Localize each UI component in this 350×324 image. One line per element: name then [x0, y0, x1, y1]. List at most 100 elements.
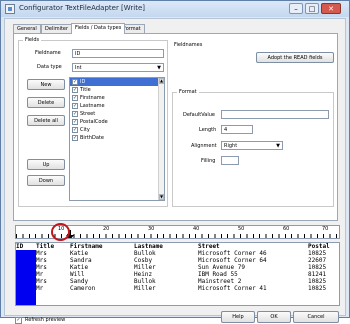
ok-button[interactable]: OK [257, 311, 291, 323]
preview-cell: Sun Avenue 79 [198, 264, 245, 271]
down-button[interactable]: Down [27, 175, 65, 186]
preview-column-lastname: Lastname Bullok Cosby Miller Heinz Bullo… [134, 243, 198, 305]
preview-cell: 22607 [308, 257, 327, 264]
window-title: Configurator TextFileAdapter [Write] [19, 4, 146, 12]
preview-header: ID [16, 243, 24, 250]
default-value-input[interactable] [221, 110, 329, 119]
preview-column-postal: Postal 10825 22607 10825 81241 10825 108… [308, 243, 336, 305]
preview-cell: 81241 [308, 271, 327, 278]
datatype-select[interactable]: Int ▼ [72, 63, 164, 72]
adopt-read-fields-button[interactable]: Adopt the READ fields [256, 52, 334, 63]
default-value-label: DefaultValue [183, 112, 215, 118]
checkbox[interactable]: ✓ [72, 119, 78, 125]
tab-fields-data-types[interactable]: Fields / Data types [71, 23, 126, 34]
preview-cell: Mrs [36, 257, 47, 264]
delete-button[interactable]: Delete [27, 97, 65, 108]
alignment-value: Right [224, 143, 238, 149]
filling-input[interactable] [221, 156, 239, 165]
list-scrollbar[interactable]: ▲ ▼ [158, 78, 164, 200]
checkbox[interactable]: ✓ [72, 95, 78, 101]
filling-label: Filling [201, 158, 216, 164]
preview-cell: Cosby [134, 257, 153, 264]
fieldname-input[interactable]: ID [72, 49, 164, 58]
preview-cell: Sandra [70, 257, 92, 264]
format-group-title: Format [177, 89, 199, 95]
fields-group: Fields Fieldname ID Data type Int ▼ New … [18, 37, 168, 207]
length-input[interactable]: 4 [221, 125, 253, 134]
checkbox[interactable]: ✓ [72, 87, 78, 93]
format-group: Format DefaultValue Length 4 Alignment R… [172, 89, 334, 207]
preview-cell: 10825 [308, 264, 327, 271]
chevron-down-icon: ▼ [157, 65, 161, 71]
fieldnames-label: Fieldnames [174, 42, 203, 48]
ruler-number: 20 [103, 226, 110, 232]
app-icon [5, 4, 15, 14]
list-item[interactable]: ✓ ID [70, 78, 164, 86]
minimize-button[interactable]: – [289, 3, 303, 14]
ruler-number: 50 [238, 226, 245, 232]
alignment-select[interactable]: Right ▼ [221, 141, 283, 150]
highlight-circle [51, 223, 70, 241]
list-item[interactable]: ✓ Lastname [70, 102, 164, 110]
cancel-button[interactable]: Cancel [293, 311, 339, 323]
preview-header: Lastname [134, 243, 163, 250]
preview-cell: Bullok [134, 278, 156, 285]
list-item[interactable]: ✓ City [70, 126, 164, 134]
preview-column-title: Title Mrs Mrs Mrs Mr Mrs Mr [36, 243, 70, 305]
preview-header: Title [36, 243, 55, 250]
maximize-button[interactable]: □ [305, 3, 319, 14]
preview-cell: 10825 [308, 285, 327, 292]
checkbox[interactable]: ✓ [72, 103, 78, 109]
ruler-number: 40 [193, 226, 200, 232]
preview-cell: Bullok [134, 250, 156, 257]
checkbox[interactable]: ✓ [72, 79, 78, 85]
fields-group-title: Fields [23, 37, 42, 43]
fields-list[interactable]: ✓ ID ✓ Title ✓ Firstname ✓ Lastname ✓ Street … [69, 77, 165, 201]
preview-header: Postal [308, 243, 330, 250]
title-bar[interactable]: Configurator TextFileAdapter [Write] – □… [1, 1, 349, 17]
datatype-value: Int [75, 65, 82, 71]
preview-cell: Microsoft Corner 41 [198, 285, 267, 292]
preview-cell: 10825 [308, 250, 327, 257]
preview-cell: Microsoft Corner 46 [198, 250, 267, 257]
delete-all-button[interactable]: Delete all [27, 115, 65, 126]
list-item[interactable]: ✓ Title [70, 86, 164, 94]
checkbox[interactable]: ✓ [72, 135, 78, 141]
configurator-window: Configurator TextFileAdapter [Write] – □… [0, 0, 350, 324]
preview-cell: IBM Road 55 [198, 271, 238, 278]
scroll-up-icon[interactable]: ▲ [159, 78, 164, 84]
help-button[interactable]: Help [221, 311, 255, 323]
up-button[interactable]: Up [27, 159, 65, 170]
ruler-number: 60 [283, 226, 290, 232]
preview-cell: Will [70, 271, 85, 278]
list-item[interactable]: ✓ PostalCode [70, 118, 164, 126]
preview-cell: Mainstreet 2 [198, 278, 242, 285]
preview-column-id: ID [16, 243, 36, 305]
preview-column-street: Street Microsoft Corner 46 Microsoft Cor… [198, 243, 308, 305]
preview-header: Firstname [70, 243, 103, 250]
preview-cell: 10825 [308, 278, 327, 285]
refresh-preview-checkbox[interactable]: ✓ [15, 317, 22, 324]
checkbox[interactable]: ✓ [72, 111, 78, 117]
preview-cell: Mr [36, 271, 44, 278]
ruler-number: 70 [322, 226, 329, 232]
preview-cell: Katie [70, 250, 89, 257]
list-item[interactable]: ✓ Firstname [70, 94, 164, 102]
preview-cell: Miller [134, 264, 156, 271]
preview-header: Street [198, 243, 220, 250]
ruler-number: 30 [148, 226, 155, 232]
close-button[interactable]: ✕ [321, 3, 341, 14]
preview-cell: Miller [134, 285, 156, 292]
checkbox[interactable]: ✓ [72, 127, 78, 133]
preview-cell: Mrs [36, 278, 47, 285]
list-item[interactable]: ✓ Street [70, 110, 164, 118]
list-item[interactable]: ✓ BirthDate [70, 134, 164, 142]
datatype-label: Data type [37, 64, 62, 70]
preview-column-firstname: Firstname Katie Sandra Katie Will Sandy … [70, 243, 134, 305]
client-area: General Delimiter Fields / Data types Fo… [4, 18, 346, 324]
chevron-down-icon: ▼ [276, 143, 280, 149]
new-button[interactable]: New [27, 79, 65, 90]
preview-cell: Mrs [36, 264, 47, 271]
scroll-down-icon[interactable]: ▼ [159, 194, 164, 200]
preview-cell: Mr [36, 285, 44, 292]
